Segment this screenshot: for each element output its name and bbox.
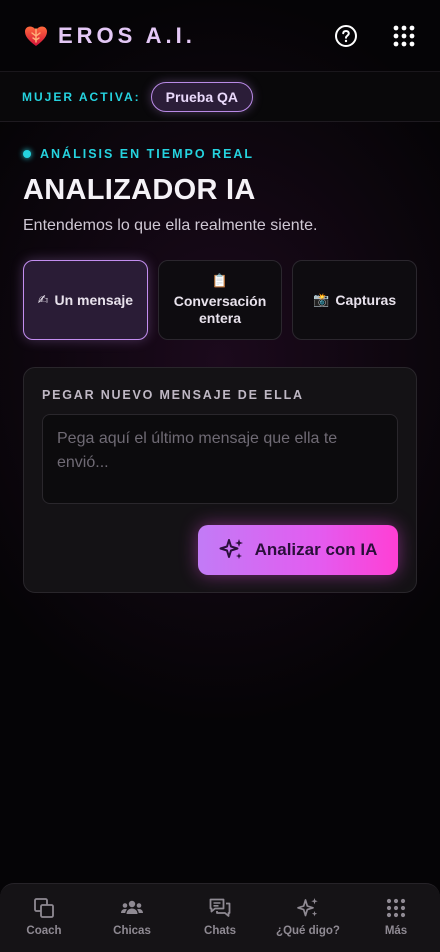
heart-icon [25, 26, 47, 46]
live-label: ANÁLISIS EN TIEMPO REAL [40, 147, 255, 161]
mode-tabs: ✍ Un mensaje 📋 Conversación entera 📸 Cap… [23, 260, 418, 340]
tab-label: Conversación entera [173, 293, 267, 326]
active-woman-bar: MUJER ACTIVA: Prueba QA [0, 72, 440, 122]
apps-menu-button[interactable] [390, 22, 418, 50]
nav-label: Chats [204, 925, 236, 937]
nav-item-chicas[interactable]: Chicas [88, 884, 176, 952]
app-header: EROS A.I. [0, 0, 440, 72]
tab-full-conversation[interactable]: 📋 Conversación entera [157, 260, 283, 340]
grid-icon [393, 25, 415, 46]
bottom-nav: Coach Chicas Chats ¿Qué digo? Más [0, 883, 440, 952]
tab-screenshots[interactable]: 📸 Capturas [292, 260, 418, 340]
copy-icon [34, 898, 54, 918]
live-indicator: ANÁLISIS EN TIEMPO REAL [23, 146, 417, 162]
help-circle-icon [335, 24, 357, 47]
message-field-label: PEGAR NUEVO MENSAJE DE ELLA [42, 388, 304, 402]
active-woman-chip[interactable]: Prueba QA [150, 81, 254, 112]
writing-hand-icon: ✍ [37, 292, 49, 308]
analyze-button-label: Analizar con IA [254, 540, 378, 559]
nav-item-coach[interactable]: Coach [0, 884, 88, 952]
tab-single-message[interactable]: ✍ Un mensaje [23, 260, 148, 340]
page-subtitle: Entendemos lo que ella realmente siente. [23, 217, 318, 234]
active-woman-label: MUJER ACTIVA: [22, 89, 141, 104]
nav-item-chats[interactable]: Chats [176, 884, 264, 952]
app-title: EROS A.I. [58, 22, 196, 48]
analyzer-heading: ANÁLISIS EN TIEMPO REAL ANALIZADOR IA En… [23, 146, 417, 235]
nav-item-mas[interactable]: Más [352, 884, 440, 952]
sparkles-icon [297, 898, 318, 917]
nav-label: ¿Qué digo? [276, 925, 340, 937]
nav-label: Coach [26, 925, 62, 937]
help-button[interactable] [332, 22, 360, 50]
clipboard-icon: 📋 [211, 274, 229, 289]
tab-label: Capturas [335, 292, 397, 308]
people-icon [121, 900, 143, 914]
tab-label: Un mensaje [54, 292, 134, 308]
analyze-button[interactable]: Analizar con IA [198, 525, 398, 575]
camera-flash-icon: 📸 [313, 292, 330, 308]
brand: EROS A.I. [22, 22, 196, 50]
grid-icon [386, 898, 406, 918]
message-card: PEGAR NUEVO MENSAJE DE ELLA Analizar con… [23, 367, 417, 593]
sparkles-icon [219, 539, 243, 559]
live-dot [23, 150, 31, 158]
nav-label: Más [384, 925, 408, 937]
page-title: ANALIZADOR IA [23, 174, 256, 206]
nav-item-que-digo[interactable]: ¿Qué digo? [264, 884, 352, 952]
chat-icon [209, 898, 231, 917]
nav-label: Chicas [113, 925, 151, 937]
message-input[interactable] [42, 414, 398, 504]
